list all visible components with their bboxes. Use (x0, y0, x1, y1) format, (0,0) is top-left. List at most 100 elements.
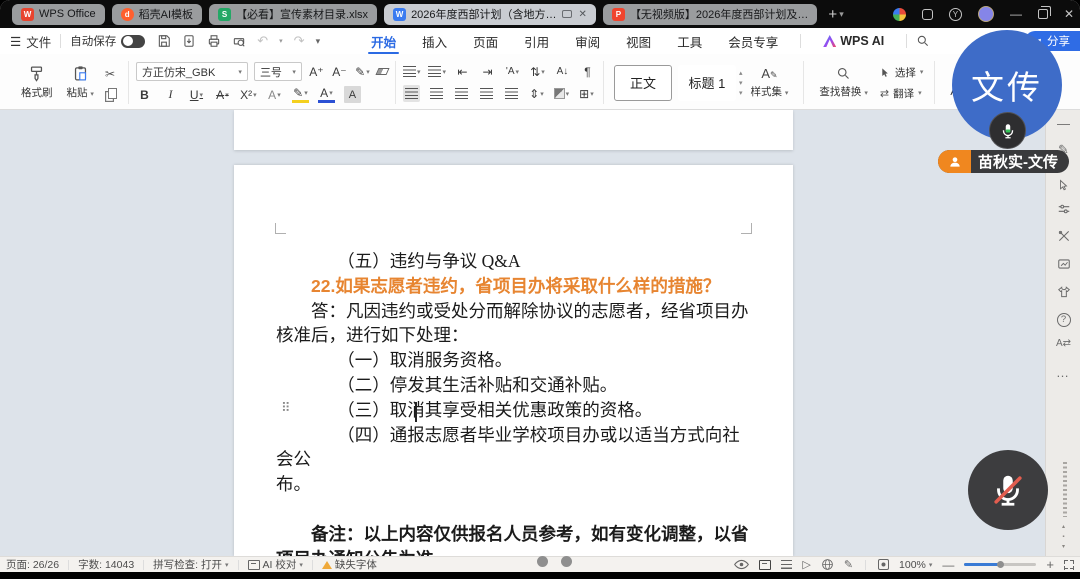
zoom-out-button[interactable]: — (942, 558, 954, 572)
paragraph-layout-button[interactable]: ⇅▾ (529, 63, 546, 80)
help-icon[interactable]: ? (1046, 310, 1080, 327)
doc-line-note[interactable]: 备注：以上内容仅供报名人员参考，如有变化调整，以省 (276, 522, 755, 547)
edit-pen-icon[interactable]: ✎ (844, 558, 853, 571)
line-spacing-button[interactable]: ⇕▾ (528, 85, 545, 102)
undo-icon[interactable]: ↶ (257, 33, 268, 49)
zoom-slider-knob[interactable] (997, 561, 1004, 568)
autosave-toggle[interactable] (121, 35, 145, 48)
tab-list-chevron-icon[interactable]: ▾ (839, 9, 844, 20)
close-tab-icon[interactable]: ✕ (579, 9, 587, 20)
doc-line-question[interactable]: 22.如果志愿者违约，省项目办将采取什么样的措施？ (276, 274, 755, 299)
copy-icon[interactable] (108, 88, 117, 99)
spellcheck-status[interactable]: 拼写检查: 打开▾ (153, 557, 228, 572)
print-icon[interactable] (207, 34, 221, 48)
word-count[interactable]: 字数: 14043 (78, 557, 134, 572)
doc-line[interactable]: （四）通报志愿者毕业学校项目办或以适当方式向社会公 (276, 423, 755, 473)
find-replace-button[interactable]: 查找替换 ▾ (811, 58, 875, 107)
paste-button[interactable]: 粘贴 ▾ (60, 58, 101, 107)
tools-icon[interactable] (1046, 227, 1080, 243)
document-workspace[interactable]: （五）违约与争议 Q&A 22.如果志愿者违约，省项目办将采取什么样的措施？ 答… (0, 110, 1080, 556)
clear-format-icon[interactable] (375, 68, 389, 75)
scroll-dot[interactable] (537, 556, 548, 567)
mic-muted-button[interactable] (968, 450, 1048, 530)
redo-icon[interactable]: ↷ (294, 33, 305, 49)
sort-button[interactable]: A↓ (554, 63, 571, 80)
zoom-in-button[interactable]: + (1046, 557, 1054, 572)
numbering-button[interactable]: ▾ (428, 63, 446, 80)
outline-view-icon[interactable] (781, 560, 792, 569)
pointer-icon[interactable] (1046, 176, 1080, 191)
wordart-button[interactable]: A▾ (266, 86, 283, 103)
minimize-window-icon[interactable]: — (1010, 7, 1022, 21)
undo-chevron-icon[interactable]: ▾ (279, 37, 283, 45)
tab-membership[interactable]: 会员专享 (715, 28, 791, 54)
style-normal-card[interactable]: 正文 (614, 65, 672, 101)
cut-icon[interactable]: ✂ (105, 67, 117, 81)
bold-button[interactable]: B (136, 86, 153, 103)
tab-spreadsheet[interactable]: S 【必看】宣传素材目录.xlsx (209, 4, 377, 25)
doc-line[interactable]: （一）取消服务资格。 (276, 348, 755, 373)
highlight-color-button[interactable]: ✎▾ (292, 86, 309, 103)
doc-line[interactable]: 布。 (276, 472, 755, 497)
font-color-button[interactable]: A▾ (318, 86, 335, 103)
web-view-icon[interactable] (821, 558, 834, 571)
align-left-button[interactable] (403, 85, 420, 102)
integration-wheel-icon[interactable]: Y (949, 8, 962, 21)
tab-page[interactable]: 页面 (460, 28, 511, 54)
distribute-button[interactable] (503, 85, 520, 102)
account-avatar[interactable] (978, 6, 994, 22)
new-tab-button[interactable]: + (828, 6, 837, 23)
panel-scrollbar[interactable] (1063, 462, 1067, 517)
comment-bubble-icon[interactable] (562, 10, 572, 18)
tab-insert[interactable]: 插入 (409, 28, 460, 54)
shrink-font-button[interactable]: A⁻ (331, 63, 348, 80)
tab-pdf-document[interactable]: P 【无视频版】2026年度西部计划及… (603, 4, 817, 25)
workbench-icon[interactable] (922, 9, 933, 20)
increase-indent-button[interactable]: ⇥ (479, 63, 496, 80)
eye-protect-icon[interactable] (734, 559, 749, 570)
scroll-dot[interactable] (561, 556, 572, 567)
search-icon[interactable] (916, 34, 930, 48)
align-center-button[interactable] (428, 85, 445, 102)
missing-font-warning[interactable]: 缺失字体 (322, 557, 377, 572)
grow-font-button[interactable]: A⁺ (308, 63, 325, 80)
show-marks-button[interactable]: ¶ (579, 63, 596, 80)
font-size-select[interactable]: 三号▾ (254, 62, 302, 81)
tab-review[interactable]: 审阅 (562, 28, 613, 54)
file-menu[interactable]: ☰ 文件 (10, 32, 51, 51)
print-preview-icon[interactable] (232, 34, 246, 48)
sign-card-icon[interactable] (1046, 255, 1080, 271)
tab-document-active[interactable]: W 2026年度西部计划（含地方… ✕ (384, 4, 596, 25)
restore-window-icon[interactable] (1038, 9, 1048, 19)
tab-docer-templates[interactable]: d 稻壳AI模板 (112, 4, 202, 25)
save-icon[interactable] (157, 34, 171, 48)
ai-proofread-button[interactable]: AI 校对▾ (248, 557, 303, 572)
font-name-select[interactable]: 方正仿宋_GBK▾ (136, 62, 248, 81)
shading-button[interactable]: ▾ (553, 85, 570, 102)
previous-page-bottom[interactable] (234, 110, 793, 150)
superscript-button[interactable]: X²▾ (240, 86, 257, 103)
more-icon[interactable]: … (1046, 365, 1080, 380)
doc-line[interactable]: 答：凡因违约或受处分而解除协议的志愿者，经省项目办 (276, 299, 755, 324)
borders-button[interactable]: ⊞▾ (578, 85, 595, 102)
tab-reference[interactable]: 引用 (511, 28, 562, 54)
underline-button[interactable]: U▾ (188, 86, 205, 103)
text-effects-icon[interactable]: ✎▾ (354, 63, 371, 80)
page-view-icon[interactable] (759, 560, 771, 570)
doc-line[interactable]: （三）取消其享受相关优惠政策的资格。 (276, 398, 755, 423)
doc-line[interactable]: （五）违约与争议 Q&A (276, 249, 755, 274)
export-icon[interactable] (182, 34, 196, 48)
tab-tools[interactable]: 工具 (664, 28, 715, 54)
tab-view[interactable]: 视图 (613, 28, 664, 54)
page-scrub-widget[interactable]: ▴▪▾ (1046, 522, 1080, 552)
zoom-level[interactable]: 100%▾ (899, 559, 932, 571)
panel-collapse-icon[interactable]: — (1046, 116, 1080, 131)
char-shading-button[interactable]: A (344, 86, 361, 103)
tab-home[interactable]: 开始 (358, 28, 409, 54)
char-scale-button[interactable]: 'A▾ (504, 63, 521, 80)
doc-blank-line[interactable] (276, 497, 755, 522)
adjust-sliders-icon[interactable] (1046, 200, 1080, 216)
bullets-button[interactable]: ▾ (403, 63, 421, 80)
paragraph-drag-handle-icon[interactable]: ⠿ (281, 401, 291, 416)
mic-active-button[interactable] (989, 112, 1026, 149)
